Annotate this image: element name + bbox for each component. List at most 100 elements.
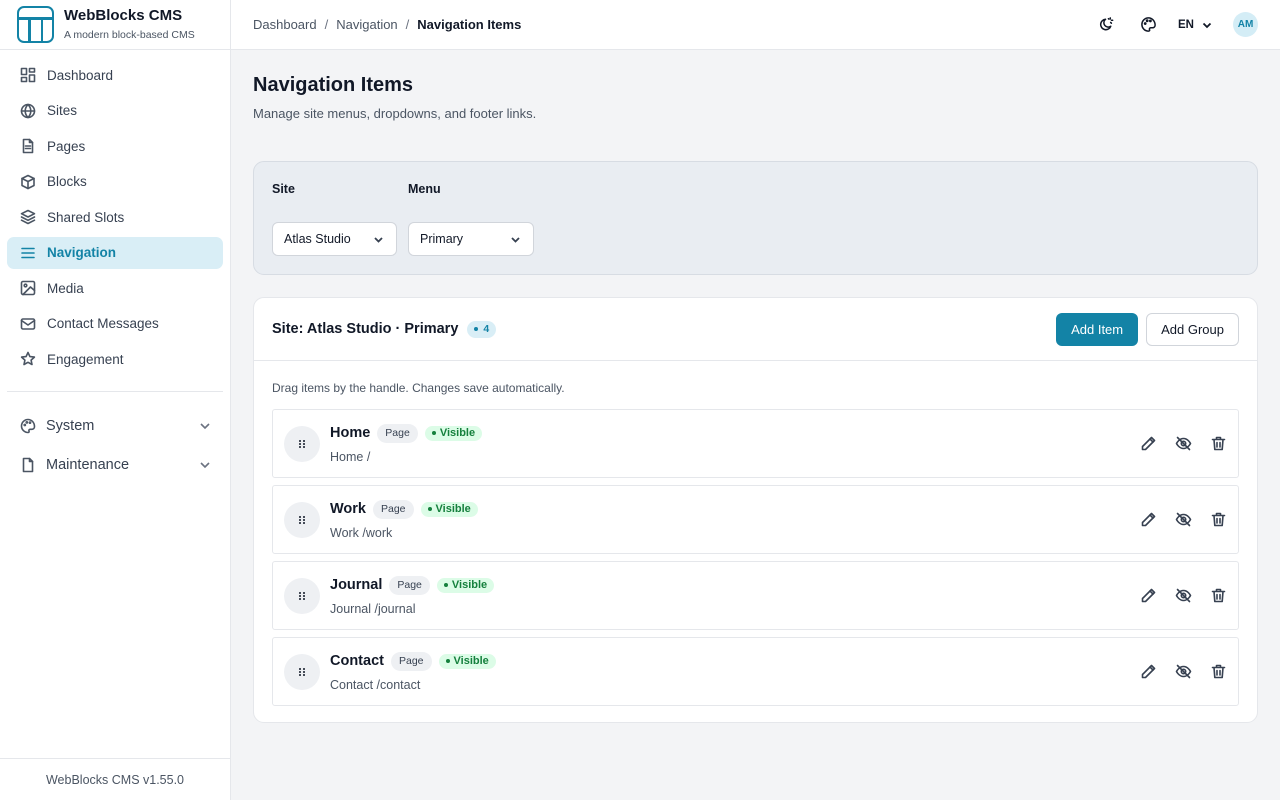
sidebar-item-pages[interactable]: Pages [7,130,223,162]
navigation-items-list: Home Page Visible Home / Work Page Visib… [272,409,1239,706]
site-select[interactable]: Atlas Studio [272,222,397,256]
sidebar-item-navigation[interactable]: Navigation [7,236,223,269]
document-icon [22,138,34,154]
delete-button[interactable] [1209,435,1227,453]
layers-icon [20,209,36,225]
edit-button[interactable] [1139,511,1157,529]
menu-select-value: Primary [420,232,464,246]
delete-button[interactable] [1209,587,1227,605]
language-select[interactable]: EN [1178,19,1213,31]
eye-off-icon [1175,588,1191,603]
count-value: 4 [483,323,490,335]
add-group-button[interactable]: Add Group [1146,312,1239,346]
item-name: Home [330,425,371,441]
page-subtitle: Manage site menus, dropdowns, and footer… [253,106,537,121]
app-tagline: A modern block-based CMS [64,29,195,41]
sidebar-group-system[interactable]: System [0,408,230,444]
count-badge: 4 [467,320,497,338]
hide-button[interactable] [1174,511,1192,529]
sidebar-item-label: Navigation [47,245,117,260]
content: Navigation Items Manage site menus, drop… [231,50,1280,723]
item-path: Journal /journal [330,601,416,616]
edit-button[interactable] [1139,587,1157,605]
sidebar-item-label: Engagement [47,351,124,367]
eye-off-icon [1175,664,1191,679]
palette-button[interactable] [1138,15,1158,35]
breadcrumb-dashboard[interactable]: Dashboard [253,17,317,32]
theme-toggle-icon [1099,17,1113,31]
item-path: Contact /contact [330,677,421,692]
menu-icon [21,247,35,258]
item-type-badge: Page [377,423,418,443]
drag-handle-icon[interactable] [284,425,320,462]
status-badge: Visible [436,577,495,593]
avatar[interactable]: AM [1233,12,1258,37]
hide-button[interactable] [1174,435,1192,453]
pencil-icon [1141,588,1155,603]
hide-button[interactable] [1174,663,1192,681]
trash-icon [1211,664,1225,679]
breadcrumb-current: Navigation Items [417,17,522,32]
site-select-value: Atlas Studio [284,232,351,246]
sidebar-item-label: Blocks [47,174,87,189]
badge-dot [474,327,479,331]
list-item: Work Page Visible Work /work [272,485,1239,554]
pencil-icon [1141,436,1155,451]
list-header: Site: Atlas Studio · Primary 4 Add Item … [254,298,1257,361]
eye-off-icon [1175,436,1191,451]
item-name: Work [330,501,366,517]
chevron-down-icon [511,236,520,243]
theme-toggle-button[interactable] [1096,15,1116,35]
sidebar-item-blocks[interactable]: Blocks [7,166,223,198]
file-icon [22,457,34,473]
item-type-badge: Page [373,499,414,519]
sidebar-item-label: Shared Slots [47,209,125,225]
status-badge: Visible [420,501,478,517]
chevron-down-icon [374,236,383,243]
cube-icon [21,174,35,189]
sidebar-group-maintenance[interactable]: Maintenance [0,447,230,483]
page-title: Navigation Items [253,74,414,96]
globe-icon [20,103,36,118]
sidebar-item-media[interactable]: Media [7,272,223,304]
sidebar-item-contact-messages[interactable]: Contact Messages [7,308,223,340]
list-item: Contact Page Visible Contact /contact [272,637,1239,706]
breadcrumb-separator: / [324,17,329,32]
brand[interactable]: WebBlocks CMS A modern block-based CMS [0,0,230,50]
add-item-button[interactable]: Add Item [1056,312,1139,346]
item-path: Work /work [330,525,393,540]
menu-filter-label: Menu [408,182,441,196]
status-label: Visible [453,655,489,667]
chevron-down-icon [200,423,210,430]
sidebar-item-sites[interactable]: Sites [7,95,223,127]
chevron-down-icon [1202,22,1212,28]
item-name: Contact [330,653,384,669]
breadcrumb-navigation[interactable]: Navigation [336,17,397,32]
sidebar-item-engagement[interactable]: Engagement [7,343,223,375]
list-item: Home Page Visible Home / [272,409,1239,478]
drag-handle-icon[interactable] [284,577,320,614]
delete-button[interactable] [1209,663,1227,681]
drag-handle-icon[interactable] [284,653,320,690]
star-icon [20,351,36,366]
breadcrumb-separator: / [405,17,410,32]
edit-button[interactable] [1139,663,1157,681]
sidebar-item-shared-slots[interactable]: Shared Slots [7,201,223,233]
sidebar-item-dashboard[interactable]: Dashboard [7,59,223,91]
hide-button[interactable] [1174,587,1192,605]
list-title: Site: Atlas Studio · Primary [272,321,459,337]
drag-handle-icon[interactable] [284,501,320,538]
status-label: Visible [451,579,488,591]
item-name: Journal [330,577,383,593]
breadcrumb: Dashboard / Navigation / Navigation Item… [253,17,1096,32]
sidebar-item-label: Dashboard [47,67,114,83]
menu-select[interactable]: Primary [408,222,534,256]
item-path: Home / [330,449,371,464]
chevron-down-icon [200,462,210,469]
edit-button[interactable] [1139,435,1157,453]
sidebar-item-label: Contact Messages [47,316,159,331]
item-type-badge: Page [390,651,432,671]
delete-button[interactable] [1209,511,1227,529]
pencil-icon [1141,664,1155,679]
sidebar-divider [7,391,223,392]
